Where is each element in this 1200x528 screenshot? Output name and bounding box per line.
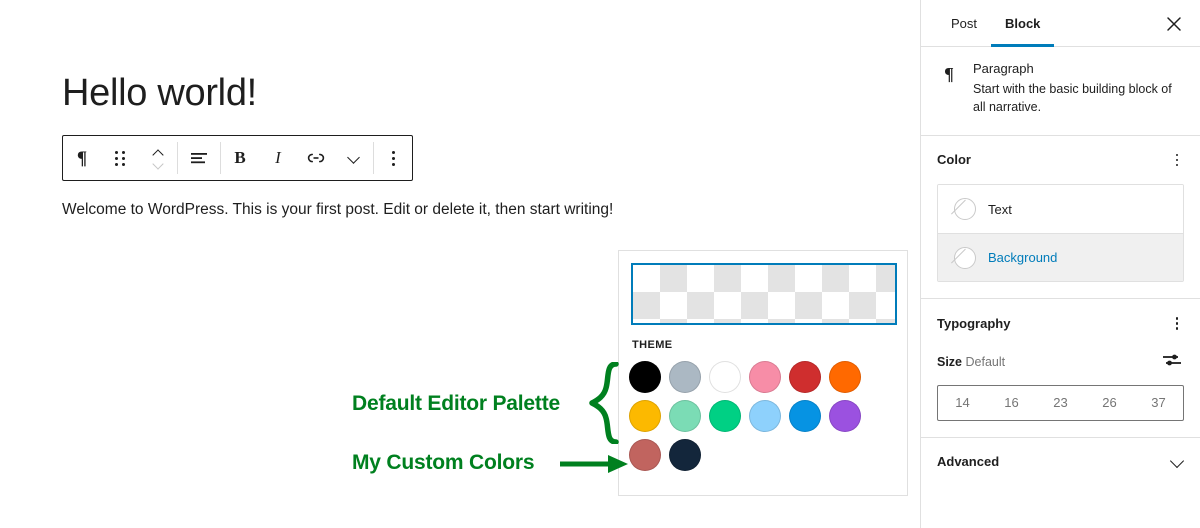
close-icon: [1167, 17, 1181, 31]
palette-swatch-luminous-vivid-orange[interactable]: [829, 361, 861, 393]
color-row-label: Text: [988, 201, 1012, 217]
no-color-icon: [954, 246, 976, 269]
align-left-icon: [191, 153, 207, 164]
color-options-list: Text Background: [937, 184, 1184, 282]
drag-handle-icon: [115, 150, 125, 166]
typography-options-button[interactable]: [1170, 313, 1185, 334]
post-title[interactable]: Hello world!: [62, 72, 257, 116]
screen: Hello world! ¶ B I Welcome to WordPress.…: [0, 0, 1200, 528]
move-updown-buttons[interactable]: [139, 136, 177, 180]
palette-swatch-vivid-purple[interactable]: [829, 400, 861, 432]
typography-section-title: Typography: [937, 315, 1011, 331]
block-info-card: ¶ Paragraph Start with the basic buildin…: [921, 47, 1200, 136]
palette-swatch-pale-pink[interactable]: [749, 361, 781, 393]
palette-swatch-vivid-cyan-blue[interactable]: [789, 400, 821, 432]
advanced-section-title: Advanced: [937, 453, 1000, 469]
custom-size-button[interactable]: [1160, 350, 1184, 375]
settings-sidebar: Post Block ¶ Paragraph Start with the ba…: [920, 0, 1200, 528]
paragraph-icon: ¶: [944, 63, 954, 84]
bold-button[interactable]: B: [221, 136, 259, 180]
toolbar-group-format: B I: [221, 136, 373, 180]
chevron-down-icon: [1170, 457, 1184, 466]
annotation-arrow-icon: [560, 455, 628, 473]
palette-swatch-pale-cyan-blue[interactable]: [749, 400, 781, 432]
font-size-option-16[interactable]: 16: [987, 386, 1036, 420]
settings-sliders-icon: [1163, 354, 1181, 365]
palette-row: [629, 361, 899, 393]
color-row-label: Background: [988, 250, 1058, 265]
palette-swatch-light-green-cyan[interactable]: [669, 400, 701, 432]
palette-swatch-vivid-red[interactable]: [789, 361, 821, 393]
more-formatting-button[interactable]: [335, 136, 373, 180]
annotation-brace-icon: [589, 362, 619, 444]
chevron-up-icon[interactable]: [153, 150, 164, 157]
editor-canvas: Hello world! ¶ B I Welcome to WordPress.…: [0, 0, 920, 528]
italic-icon: I: [275, 148, 281, 167]
link-button[interactable]: [297, 136, 335, 180]
block-type-button[interactable]: ¶: [63, 136, 101, 180]
palette-row: [629, 439, 899, 471]
palette-swatch-white[interactable]: [709, 361, 741, 393]
palette-swatch-vivid-green-cyan[interactable]: [709, 400, 741, 432]
toolbar-group-align: [178, 136, 220, 180]
block-info-text: Paragraph Start with the basic building …: [973, 61, 1184, 117]
toolbar-group-block: ¶: [63, 136, 177, 180]
bold-icon: B: [234, 148, 246, 167]
palette-row: [629, 400, 899, 432]
color-row-background[interactable]: Background: [938, 233, 1183, 281]
font-size-option-26[interactable]: 26: [1085, 386, 1134, 420]
color-preview-swatch[interactable]: [631, 263, 897, 325]
chevron-down-icon: [348, 154, 360, 162]
align-text-button[interactable]: [178, 136, 220, 180]
annotation-default-palette: Default Editor Palette: [352, 392, 560, 415]
palette-swatch-grid: [629, 361, 899, 478]
font-size-control-header: Size Default: [937, 350, 1184, 375]
font-size-option-23[interactable]: 23: [1036, 386, 1085, 420]
palette-swatch-luminous-vivid-amber[interactable]: [629, 400, 661, 432]
block-description: Start with the basic building block of a…: [973, 82, 1172, 114]
color-section-title: Color: [937, 152, 971, 168]
post-body[interactable]: Welcome to WordPress. This is your first…: [62, 198, 613, 221]
block-title: Paragraph: [973, 61, 1034, 76]
size-label-text: Size: [937, 355, 963, 369]
palette-swatch-cyan-bluish-gray[interactable]: [669, 361, 701, 393]
font-size-option-14[interactable]: 14: [938, 386, 987, 420]
typography-section: Typography Size Default 14 16 23 26 37: [921, 299, 1200, 438]
font-size-label: Size Default: [937, 355, 1005, 369]
toolbar-group-options: [374, 136, 412, 180]
palette-heading: THEME: [632, 339, 673, 351]
color-section: Color Text Background: [921, 136, 1200, 299]
close-sidebar-button[interactable]: [1162, 12, 1186, 36]
color-row-text[interactable]: Text: [938, 185, 1183, 233]
move-updown-icon: [153, 150, 164, 167]
size-value-text: Default: [965, 355, 1006, 369]
link-icon: [307, 153, 325, 163]
sidebar-tabs: Post Block: [921, 0, 1200, 47]
palette-swatch-custom-navy[interactable]: [669, 439, 701, 471]
palette-swatch-black[interactable]: [629, 361, 661, 393]
color-options-button[interactable]: [1170, 150, 1185, 171]
color-section-header: Color: [937, 150, 1184, 171]
chevron-down-icon[interactable]: [153, 160, 164, 167]
annotation-custom-colors: My Custom Colors: [352, 451, 535, 474]
no-color-icon: [954, 198, 976, 220]
palette-swatch-custom-brick[interactable]: [629, 439, 661, 471]
block-options-button[interactable]: [374, 136, 412, 180]
color-palette-popover: THEME: [618, 250, 908, 496]
typography-section-header: Typography: [937, 313, 1184, 334]
advanced-section-toggle[interactable]: Advanced: [921, 438, 1200, 485]
ellipsis-vertical-icon: [391, 150, 395, 166]
tab-post[interactable]: Post: [937, 0, 991, 47]
font-size-toggle-group: 14 16 23 26 37: [937, 384, 1184, 421]
block-toolbar: ¶ B I: [62, 135, 413, 181]
italic-button[interactable]: I: [259, 136, 297, 180]
drag-handle-button[interactable]: [101, 136, 139, 180]
tab-block[interactable]: Block: [991, 0, 1054, 47]
font-size-option-37[interactable]: 37: [1134, 386, 1183, 420]
paragraph-icon: ¶: [76, 147, 88, 169]
